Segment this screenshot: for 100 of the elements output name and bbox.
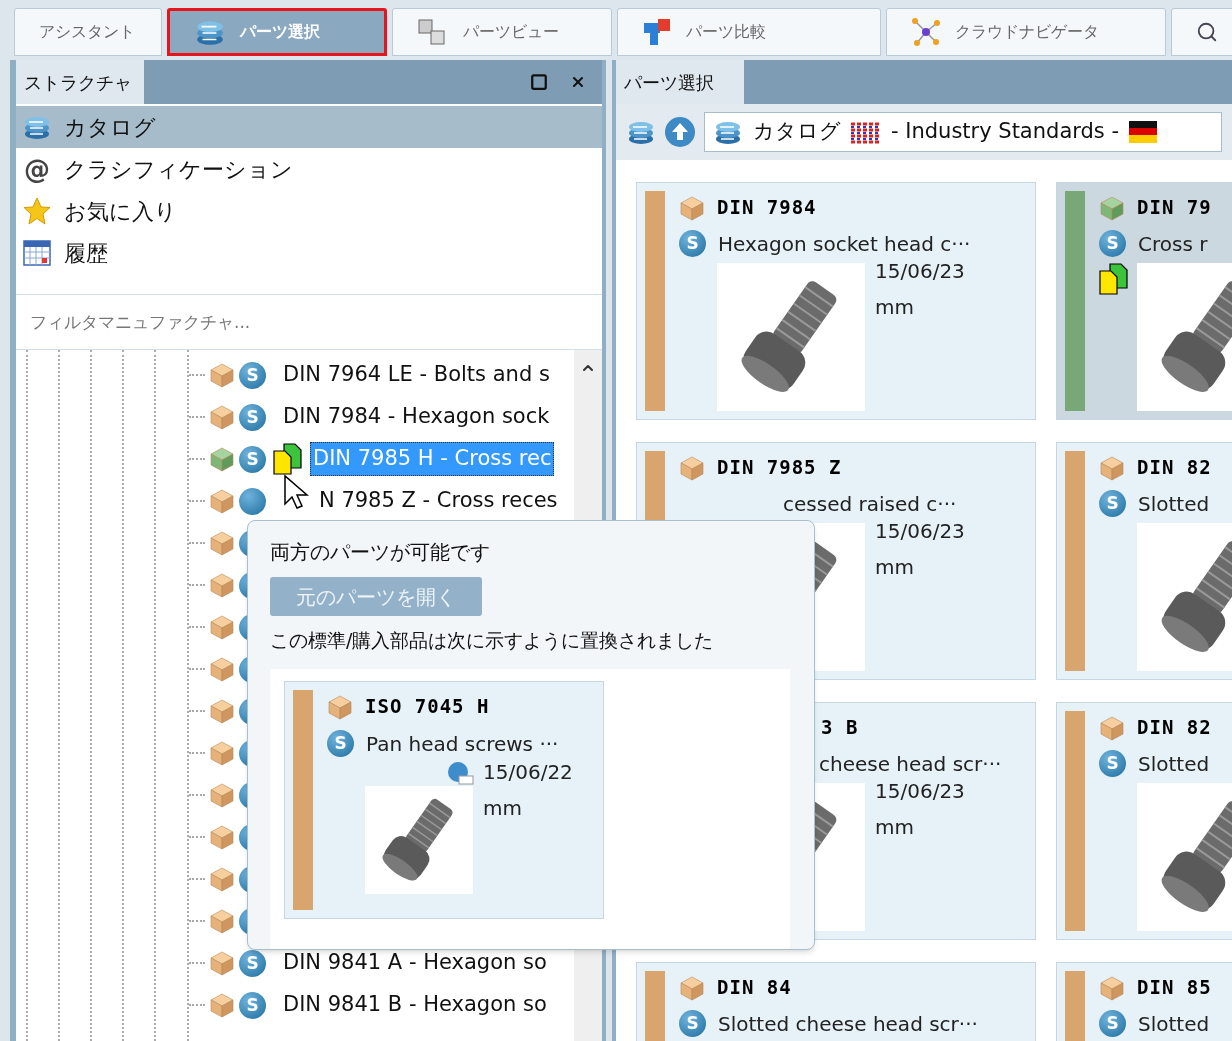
part-number: 3 B (820, 715, 859, 741)
app-tab[interactable] (1171, 8, 1232, 56)
part-card[interactable]: DIN 84 S Slotted cheese head scr··· (636, 962, 1036, 1041)
part-description: Slotted cheese head scr··· (718, 1010, 978, 1038)
cube-icon (209, 992, 235, 1018)
tree-item[interactable]: DIN 7964 LE - Bolts and s (280, 358, 553, 392)
part-description: Slotted (1138, 1010, 1210, 1038)
cube-icon (679, 454, 705, 481)
part-card[interactable]: ISO 7045 H S Pan head screws ··· 15/06/22 mm (284, 680, 604, 919)
standard-badge: S (1099, 490, 1126, 518)
cube-icon (209, 824, 235, 850)
part-unit: mm (875, 554, 915, 581)
part-date: 15/06/22 (483, 758, 573, 786)
part-date: 15/06/23 (875, 778, 965, 805)
tree-item[interactable]: DIN 9841 A - Hexagon so (280, 946, 550, 980)
cube-icon (209, 698, 235, 724)
cube-icon (679, 974, 705, 1001)
at-sign-icon: @ (22, 156, 52, 182)
part-description: Slotted (1138, 490, 1210, 518)
part-unit: mm (875, 814, 915, 841)
standard-badge: S (1099, 1010, 1126, 1038)
cube-icon (209, 908, 235, 934)
standard-badge: S (1099, 750, 1126, 778)
part-unit: mm (875, 294, 915, 321)
cube-icon (209, 740, 235, 766)
part-card[interactable]: DIN 82 S Slotted (1056, 442, 1232, 680)
cube-icon (1099, 194, 1125, 221)
navigation-item[interactable]: お気に入り (16, 190, 602, 232)
tree-item[interactable]: DIN 9841 B - Hexagon so (280, 988, 550, 1022)
part-number: ISO 7045 H (365, 694, 490, 720)
part-description: Cross r (1138, 230, 1208, 258)
standard-badge: S (239, 445, 266, 473)
panel-tab[interactable]: パーツ選択 (616, 60, 744, 104)
cube-icon (209, 488, 235, 514)
part-card[interactable]: DIN 82 S Slotted (1056, 702, 1232, 940)
part-number: DIN 79 (1137, 195, 1212, 221)
cube-icon (679, 194, 705, 221)
cube-icon (209, 362, 235, 388)
flag-icon (1129, 121, 1158, 143)
cube-icon (209, 614, 235, 640)
network-icon (911, 17, 941, 47)
blocks-icon (642, 17, 672, 47)
standard-badge: S (1099, 230, 1126, 258)
mouse-pointer-icon (283, 474, 309, 512)
breadcrumb-path: - Industry Standards - (891, 118, 1120, 146)
cube-icon (209, 572, 235, 598)
document-copy-icon (1098, 263, 1128, 295)
app-tab[interactable]: パーツビュー (392, 8, 612, 56)
standard-badge (239, 487, 266, 515)
document-copy-icon (272, 443, 302, 475)
navigation-item[interactable]: カタログ (16, 106, 602, 148)
part-number: DIN 7985 Z (717, 455, 842, 481)
star-icon (22, 196, 52, 226)
app-tab[interactable]: アシスタント (14, 8, 162, 56)
app-tab[interactable]: クラウドナビゲータ (886, 8, 1166, 56)
part-number: DIN 82 (1137, 455, 1212, 481)
part-description: cessed raised c··· (782, 490, 957, 518)
cube-icon (209, 530, 235, 556)
standard-badge: S (679, 1010, 706, 1038)
search-icon (1196, 21, 1218, 43)
standard-badge: S (327, 730, 354, 758)
breadcrumb-field[interactable]: カタログ - Industry Standards - (704, 112, 1222, 152)
cube-icon (1099, 714, 1125, 741)
calendar-icon (22, 238, 52, 268)
close-icon[interactable] (570, 74, 586, 90)
cube-icon (1099, 974, 1125, 1001)
standard-badge: S (239, 361, 266, 389)
app-tab[interactable]: パーツ比較 (617, 8, 881, 56)
part-number: DIN 84 (717, 975, 792, 1001)
panel-tab[interactable]: ストラクチャ (16, 60, 144, 104)
cube-icon (209, 404, 235, 430)
tree-item[interactable]: N 7985 Z - Cross reces (316, 484, 561, 518)
cube-icon (209, 446, 235, 472)
part-card[interactable]: DIN 7984 S Hexagon socket head c··· 15/06/23 mm (636, 182, 1036, 420)
filter-field[interactable]: フィルタマニュファクチャ... (16, 294, 602, 350)
part-date: 15/06/23 (875, 518, 965, 545)
part-card[interactable]: DIN 85 S Slotted (1056, 962, 1232, 1041)
standard-badge: S (239, 403, 266, 431)
globe-icon (445, 759, 475, 786)
tree-item[interactable]: DIN 7984 - Hexagon sock (280, 400, 553, 434)
part-description: Slotted (1138, 750, 1210, 778)
part-number: DIN 7984 (717, 195, 817, 221)
part-description: Pan head screws ··· (366, 730, 559, 758)
navigation-item[interactable]: 履歴 (16, 232, 602, 274)
breadcrumb-catalog: カタログ (753, 118, 841, 146)
cube-icon (209, 950, 235, 976)
standard-badge: S (679, 230, 706, 258)
part-date: 15/06/23 (875, 258, 965, 285)
standard-badge: S (239, 991, 266, 1019)
cube-icon (209, 782, 235, 808)
standard-badge: S (239, 949, 266, 977)
part-description: Hexagon socket head c··· (718, 230, 971, 258)
part-unit: mm (483, 794, 523, 822)
maximize-icon[interactable] (530, 73, 548, 91)
grid-flag-icon (851, 120, 881, 144)
cube-icon (327, 693, 353, 720)
navigation-item[interactable]: @ クラシフィケーション (16, 148, 602, 190)
cube-icon (209, 656, 235, 682)
part-card[interactable]: DIN 79 S Cross r (1056, 182, 1232, 420)
part-number: DIN 82 (1137, 715, 1212, 741)
